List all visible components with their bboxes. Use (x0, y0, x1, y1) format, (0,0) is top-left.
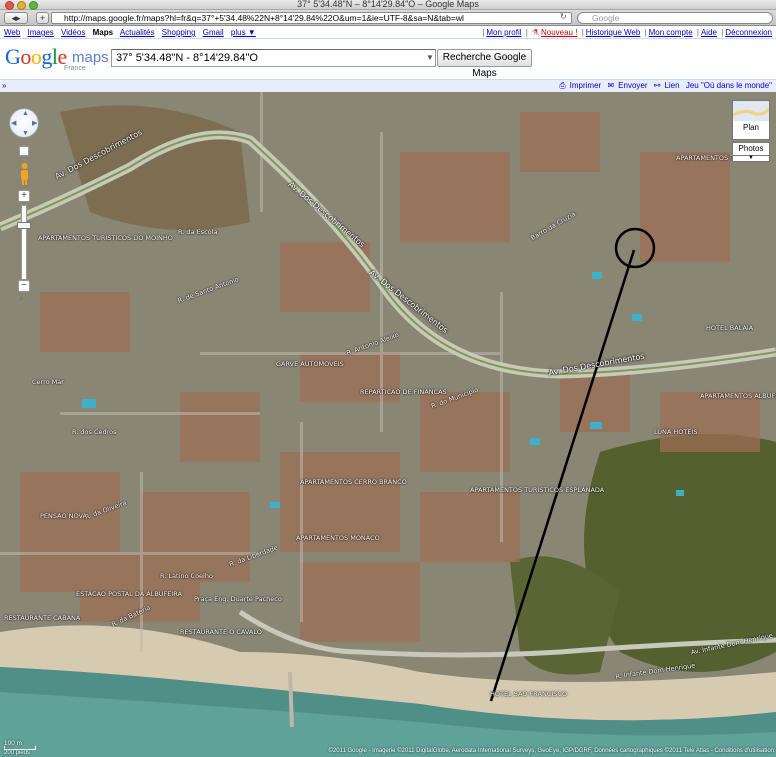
link-envoyer[interactable]: Envoyer (618, 81, 647, 90)
scale-label-feet: 200 pieds (4, 750, 31, 756)
map-view-plan-label[interactable]: Plan (732, 123, 770, 132)
logo-letter: G (5, 44, 21, 69)
gbar-gmail[interactable]: Gmail (203, 28, 224, 37)
logo-maps-word: maps (72, 49, 109, 66)
place-label: ESTACAO POSTAL DA ALBUFEIRA (76, 590, 182, 598)
gbar-mon-compte[interactable]: Mon compte (649, 28, 693, 37)
back-forward-buttons[interactable]: ◂▸ (4, 12, 28, 24)
gbar-images[interactable]: Images (28, 28, 54, 37)
chain-link-icon: ⚯ (653, 81, 661, 90)
window-title: 37° 5'34.48"N – 8°14'29.84"O – Google Ma… (297, 0, 479, 9)
map-copyright: ©2011 Google - Imagerie ©2011 DigitalGlo… (328, 748, 774, 754)
plus-icon: + (39, 13, 46, 23)
place-label: PENSAO NOVA (40, 512, 87, 520)
mail-icon: ✉ (607, 81, 615, 90)
reset-view-icon[interactable] (19, 146, 29, 156)
place-label: RESTAURANTE O CAVALO (180, 628, 262, 636)
add-bookmark-button[interactable]: + (36, 12, 49, 24)
gbar-right: | Mon profil | ⚗ Nouveau ! | Historique Web … (482, 28, 772, 37)
logo-letter: o (20, 44, 31, 69)
place-label: APARTAMENTOS CERRO BRANCO (300, 478, 407, 486)
search-placeholder: Google (592, 13, 620, 23)
logo-country: France (64, 65, 86, 72)
forward-arrow-icon[interactable]: ▸ (16, 13, 21, 23)
window-titlebar: 37° 5'34.48"N – 8°14'29.84"O – Google Ma… (0, 0, 776, 10)
zoom-in-button[interactable]: + (18, 190, 30, 202)
place-label: Praça Eng. Duarte Pacheco (194, 595, 282, 603)
pan-down-icon[interactable]: ▼ (22, 130, 29, 138)
zoom-slider-track[interactable] (21, 205, 27, 280)
gbar-web[interactable]: Web (4, 28, 20, 37)
pan-right-icon[interactable]: ▶ (32, 120, 37, 128)
map-view-plan-button[interactable] (732, 100, 771, 140)
place-label: GARVE AUTOMOVEIS (276, 360, 344, 368)
pegman-icon[interactable] (20, 162, 29, 186)
gbar-videos[interactable]: Vidéos (61, 28, 85, 37)
maps-search-input[interactable]: 37° 5'34.48"N - 8°14'29.84"O (111, 49, 436, 67)
magnifier-icon[interactable]: ⌕ (19, 294, 23, 304)
flask-icon: ⚗ (531, 28, 539, 37)
place-label: RESTAURANTE CABANA (4, 614, 81, 622)
reload-icon[interactable]: ↻ (560, 12, 570, 22)
browser-toolbar: ◂▸ + http://maps.google.fr/maps?hl=fr&q=… (0, 10, 776, 26)
print-icon: ⎙ (559, 81, 566, 90)
pier (288, 671, 294, 728)
zoom-slider-handle[interactable] (17, 222, 31, 229)
url-text[interactable]: http://maps.google.fr/maps?hl=fr&q=37°+5… (64, 13, 464, 23)
gbar-historique[interactable]: Historique Web (586, 28, 641, 37)
place-label: APARTAMENTOS TURISTICOS ESPLANADA (470, 486, 605, 494)
place-label: HOTEL BALAIA (706, 324, 754, 332)
link-imprimer[interactable]: Imprimer (570, 81, 602, 90)
maps-search-value[interactable]: 37° 5'34.48"N - 8°14'29.84"O (116, 52, 258, 64)
chevron-down-icon[interactable]: ▼ (732, 155, 770, 162)
gbar-mon-profil[interactable]: Mon profil (486, 28, 521, 37)
gbar-nouveau[interactable]: Nouveau ! (541, 28, 577, 37)
link-lien[interactable]: Lien (664, 81, 679, 90)
gbar-shopping[interactable]: Shopping (162, 28, 196, 37)
search-history-dropdown-icon[interactable]: ▼ (424, 49, 436, 67)
zoom-out-button[interactable]: − (18, 280, 30, 292)
browser-search-field[interactable]: Google (577, 12, 773, 24)
pan-control[interactable]: ▲ ◀ ▶ ▼ (9, 108, 39, 138)
place-label: LUNA HOTEIS (654, 428, 698, 436)
place-label: HOTEL SAO FRANCISCO (490, 690, 568, 698)
google-maps-logo[interactable]: Google (5, 44, 67, 70)
place-label: REPARTICAO DE FINANCAS (360, 388, 447, 396)
pan-left-icon[interactable]: ◀ (11, 120, 16, 128)
gbar-actualites[interactable]: Actualités (120, 28, 155, 37)
satellite-imagery (0, 92, 776, 757)
google-bar: Web Images Vidéos Maps Actualités Shoppi… (0, 27, 776, 39)
link-jeu[interactable]: Jeu "Où dans le monde" (686, 81, 772, 90)
search-maps-button[interactable]: Recherche Google Maps (437, 49, 532, 79)
gbar-maps: Maps (92, 28, 114, 37)
collapse-panel-icon[interactable]: » (2, 80, 6, 92)
gbar-deconnexion[interactable]: Déconnexion (725, 28, 772, 37)
plan-thumbnail-icon (732, 101, 771, 121)
place-label: R. dos Cedros (72, 428, 117, 436)
gbar-aide[interactable]: Aide (701, 28, 717, 37)
pan-up-icon[interactable]: ▲ (22, 110, 29, 118)
place-label: Cerro Mar (32, 378, 64, 386)
map-links-bar: » ⎙ Imprimer ✉ Envoyer ⚯ Lien Jeu "Où dans … (0, 79, 776, 92)
gbar-left: Web Images Vidéos Maps Actualités Shoppi… (4, 27, 261, 38)
place-label: APARTAMENTOS MONACO (296, 534, 380, 542)
address-bar[interactable]: http://maps.google.fr/maps?hl=fr&q=37°+5… (51, 12, 572, 24)
place-label: APARTAMENTOS ALBUFEIRA (700, 392, 776, 400)
map-links: ⎙ Imprimer ✉ Envoyer ⚯ Lien Jeu "Où dans le… (555, 80, 772, 92)
place-label: R. Latino Coelho (160, 572, 213, 580)
logo-letter: o (30, 44, 42, 69)
place-label: APARTAMENTOS TURISTICOS DO MOINHO (38, 234, 173, 242)
place-label: R. da Escola (178, 228, 218, 236)
logo-letter: g (41, 44, 52, 69)
map-view-photos-button[interactable]: Photos (732, 142, 770, 156)
gbar-plus[interactable]: plus ▼ (231, 28, 256, 37)
satellite-map[interactable]: Av. Dos Descobrimentos Av. Dos Descobrim… (0, 92, 776, 757)
